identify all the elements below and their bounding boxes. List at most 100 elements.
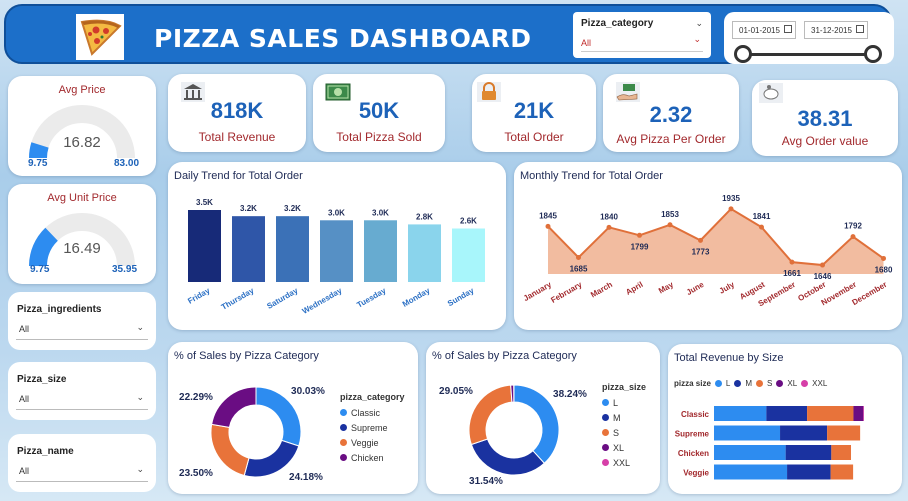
legend-swatch <box>340 409 347 416</box>
bar-segment-xxl <box>863 406 864 421</box>
slicer-label: Pizza_size <box>17 374 67 385</box>
revenue-by-size-card: Total Revenue by Size pizza size L M S XL XXL… <box>668 344 902 494</box>
legend-swatch <box>340 439 347 446</box>
data-point <box>759 224 764 230</box>
avg-price-gauge-card: Avg Price 16.82 9.75 83.00 <box>8 76 156 176</box>
legend-swatch <box>602 459 609 466</box>
hand-money-icon <box>616 82 640 102</box>
pizza-ingredients-slicer[interactable]: Pizza_ingredients All ⌄ <box>8 292 156 350</box>
bar-segment-xl <box>853 406 864 421</box>
avg-unit-price-gauge-card: Avg Unit Price 16.49 9.75 35.95 <box>8 184 156 284</box>
start-date-input[interactable]: 01-01-2015 <box>732 21 796 39</box>
pizza-category-slicer[interactable]: Pizza_category ⌄ All ⌄ <box>573 12 711 58</box>
bar-segment-m <box>787 464 831 480</box>
legend-item[interactable]: XXL <box>602 455 646 470</box>
chevron-down-icon: ⌄ <box>136 392 144 402</box>
legend-title: pizza_size <box>602 382 647 392</box>
legend-item[interactable]: M <box>602 410 646 425</box>
bar-segment-s <box>807 406 854 421</box>
legend-label: L <box>613 397 619 408</box>
kpi-label: Avg Pizza Per Order <box>616 132 726 146</box>
slicer-value: All <box>19 466 30 476</box>
data-label: 2.8K <box>416 212 433 221</box>
slicer-value: All <box>19 394 30 404</box>
chevron-down-icon[interactable]: ⌄ <box>695 18 703 29</box>
bar-segment-l <box>714 425 781 441</box>
data-label: 2.6K <box>460 217 477 226</box>
end-date-input[interactable]: 31-12-2015 <box>804 21 868 39</box>
bar-segment-m <box>766 406 808 421</box>
gauge-value: 16.82 <box>63 134 101 151</box>
legend-item[interactable]: L <box>602 395 646 410</box>
calendar-icon[interactable] <box>784 25 792 33</box>
tick-label: July <box>718 280 737 296</box>
gauge-max: 83.00 <box>114 158 140 169</box>
piggy-bank-icon <box>759 83 783 103</box>
pizza-category-label: Pizza_category <box>581 18 654 29</box>
daily-trend-chart-card: Daily Trend for Total Order 3.5K Friday 3.… <box>168 162 506 330</box>
kpi-value: 38.31 <box>797 106 853 131</box>
tick-label: December <box>850 280 888 307</box>
bar-segment-l <box>714 464 788 480</box>
pizza-category-dropdown[interactable]: All ⌄ <box>581 34 703 52</box>
bar-segment-l <box>714 445 786 460</box>
legend-item[interactable]: XL <box>602 440 646 455</box>
legend-label: Classic <box>351 407 381 418</box>
data-label: 1661 <box>783 269 801 278</box>
kpi-card-total-order: 21K Total Order <box>472 74 596 152</box>
monthly-trend-chart: 1845 January 1685 February 1840 March 1799 Apri… <box>522 194 893 309</box>
data-label: 1935 <box>722 194 740 203</box>
kpi-value: 2.32 <box>649 102 693 127</box>
slicer-label: Pizza_ingredients <box>17 304 102 315</box>
legend-item[interactable]: Supreme <box>340 420 405 435</box>
data-point <box>667 222 673 228</box>
data-label: 31.54% <box>469 476 503 487</box>
tick-label: Friday <box>186 286 212 306</box>
data-label: 3.2K <box>240 204 257 213</box>
sales-by-size-donut: 38.24% 31.54% 29.05% <box>439 384 587 487</box>
start-date-value: 01-01-2015 <box>739 26 780 35</box>
data-label: 3.2K <box>284 204 301 213</box>
legend-item[interactable]: S <box>602 425 646 440</box>
bar-segment-m <box>785 445 832 460</box>
data-label: 1680 <box>875 265 893 274</box>
data-label: 3.0K <box>328 208 345 217</box>
legend-item[interactable]: Classic <box>340 405 405 420</box>
legend-item[interactable]: Chicken <box>340 450 405 465</box>
date-start-handle[interactable] <box>734 45 752 63</box>
pizza-name-slicer[interactable]: Pizza_name All ⌄ <box>8 434 156 492</box>
data-label: 30.03% <box>291 386 325 397</box>
data-label: 1685 <box>570 264 588 273</box>
pizza-name-dropdown[interactable]: All ⌄ <box>16 464 148 482</box>
revenue-by-size-chart: Classic Supreme Chicken Veggie <box>675 406 864 480</box>
data-point <box>728 206 734 212</box>
dashboard-header: PIZZA SALES DASHBOARD Pizza_category ⌄ A… <box>4 4 894 64</box>
legend-item[interactable]: Veggie <box>340 435 405 450</box>
pizza-size-slicer[interactable]: Pizza_size All ⌄ <box>8 362 156 420</box>
data-label: 1799 <box>631 242 649 251</box>
legend-label: Veggie <box>351 437 379 448</box>
data-point <box>606 224 612 230</box>
legend-label: M <box>613 412 621 423</box>
legend-label: XXL <box>613 457 631 468</box>
order-date-slicer[interactable]: 01-01-2015 31-12-2015 <box>724 12 894 64</box>
bar-sunday <box>452 228 485 282</box>
kpi-label: Total Pizza Sold <box>336 130 422 144</box>
gauge-min: 9.75 <box>30 264 50 275</box>
legend-label: S <box>613 427 620 438</box>
kpi-label: Total Revenue <box>198 130 276 144</box>
legend-swatch <box>602 429 609 436</box>
tick-label: Sunday <box>446 286 476 309</box>
calendar-icon[interactable] <box>856 25 864 33</box>
legend-swatch <box>602 444 609 451</box>
slicer-value: All <box>19 324 30 334</box>
tick-label: April <box>624 280 644 297</box>
tick-label: Chicken <box>678 449 709 458</box>
pizza-size-dropdown[interactable]: All ⌄ <box>16 392 148 410</box>
data-label: 1853 <box>661 210 679 219</box>
pizza-ingredients-dropdown[interactable]: All ⌄ <box>16 322 148 340</box>
daily-trend-chart: 3.5K Friday 3.2K Thursday 3.2K Saturday 3.0K We… <box>186 198 485 316</box>
tick-label: Veggie <box>683 469 709 478</box>
date-range-track[interactable] <box>744 53 876 56</box>
date-end-handle[interactable] <box>864 45 882 63</box>
